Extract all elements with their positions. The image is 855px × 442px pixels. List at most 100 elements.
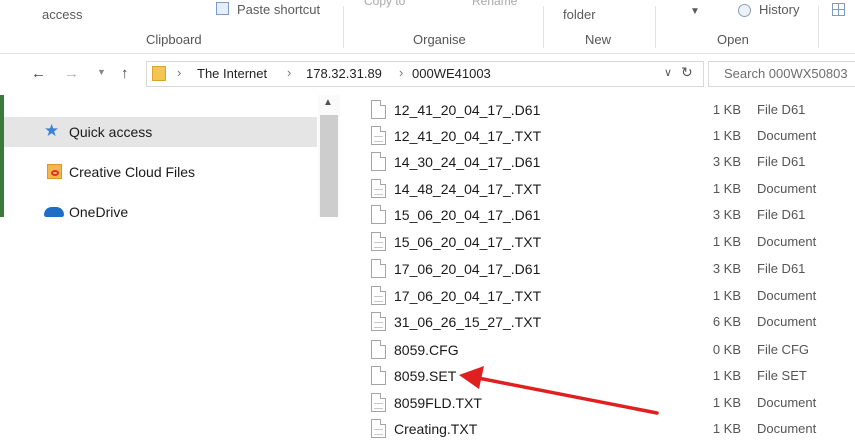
file-size: 1 KB [712, 368, 741, 383]
refresh-icon[interactable]: ↻ [681, 64, 693, 81]
file-size: 6 KB [712, 314, 741, 329]
creative-cloud-icon [47, 164, 62, 179]
forward-arrow-icon[interactable]: → [64, 65, 79, 82]
file-size: 3 KB [712, 154, 741, 169]
text-file-icon [371, 312, 386, 331]
file-type: Document [757, 395, 817, 410]
file-size: 1 KB [712, 288, 741, 303]
file-row[interactable]: 8059.SET 1 KB File SET [365, 363, 855, 389]
file-row[interactable]: 8059FLD.TXT 1 KB Document [365, 390, 855, 416]
file-size: 0 KB [712, 342, 741, 357]
file-icon [371, 152, 386, 171]
file-row[interactable]: 31_06_26_15_27_.TXT 6 KB Document [365, 309, 855, 335]
file-row[interactable]: 8059.CFG 0 KB File CFG [365, 337, 855, 363]
text-file-icon [371, 286, 386, 305]
file-name: 15_06_20_04_17_.TXT [394, 234, 542, 250]
file-icon [371, 205, 386, 224]
file-row[interactable]: 14_30_24_04_17_.D61 3 KB File D61 [365, 149, 855, 175]
chevron-right-icon: › [399, 65, 404, 80]
star-icon: ★ [44, 121, 60, 140]
file-name: 8059FLD.TXT [394, 395, 482, 411]
file-row[interactable]: 15_06_20_04_17_.D61 3 KB File D61 [365, 202, 855, 228]
file-type: File CFG [757, 342, 809, 357]
up-arrow-icon[interactable]: ↑ [121, 65, 129, 82]
nav-item-quick-access[interactable]: ★ Quick access [4, 117, 317, 147]
rename-button[interactable]: Rename [472, 0, 517, 8]
navigation-pane: ★ Quick access Creative Cloud Files OneD… [0, 95, 340, 217]
file-size: 3 KB [712, 207, 741, 222]
text-file-icon [371, 179, 386, 198]
divider [818, 6, 819, 48]
ribbon: access Paste shortcut Copy to Rename fol… [0, 0, 855, 54]
text-file-icon [371, 393, 386, 412]
breadcrumb-the-internet[interactable]: The Internet [197, 66, 267, 81]
file-name: 17_06_20_04_17_.D61 [394, 261, 541, 277]
address-path[interactable]: › The Internet › 178.32.31.89 › 000WE410… [146, 61, 704, 87]
file-list: 12_41_20_04_17_.D61 1 KB File D61 12_41_… [365, 95, 855, 441]
file-name: 14_48_24_04_17_.TXT [394, 181, 542, 197]
file-name: 8059.CFG [394, 342, 459, 358]
text-file-icon [371, 419, 386, 438]
onedrive-icon [44, 207, 64, 217]
file-type: Document [757, 314, 817, 329]
file-type: Document [757, 421, 817, 436]
chevron-down-icon[interactable]: ▼ [690, 6, 700, 17]
file-size: 1 KB [712, 395, 741, 410]
file-row[interactable]: 14_48_24_04_17_.TXT 1 KB Document [365, 176, 855, 202]
chevron-right-icon: › [177, 65, 182, 80]
file-name: 15_06_20_04_17_.D61 [394, 207, 541, 223]
file-size: 1 KB [712, 234, 741, 249]
file-row[interactable]: 17_06_20_04_17_.TXT 1 KB Document [365, 283, 855, 309]
paste-shortcut-button[interactable]: Paste shortcut [237, 2, 320, 17]
file-size: 1 KB [712, 102, 741, 117]
file-icon [371, 100, 386, 119]
recent-locations-icon[interactable]: ▼ [97, 67, 106, 77]
file-type: File D61 [757, 207, 806, 222]
back-arrow-icon[interactable]: ← [31, 65, 46, 82]
file-row[interactable]: 15_06_20_04_17_.TXT 1 KB Document [365, 229, 855, 255]
file-name: 12_41_20_04_17_.D61 [394, 102, 541, 118]
folder-icon [152, 66, 166, 81]
file-name: Creating.TXT [394, 421, 478, 437]
nav-scrollbar[interactable]: ▲ [318, 95, 340, 217]
group-organise: Organise [413, 32, 466, 47]
file-size: 3 KB [712, 261, 741, 276]
select-icon[interactable] [832, 3, 845, 16]
file-name: 17_06_20_04_17_.TXT [394, 288, 542, 304]
file-name: 31_06_26_15_27_.TXT [394, 314, 542, 330]
breadcrumb-current-folder[interactable]: 000WE41003 [412, 66, 491, 81]
file-type: File D61 [757, 261, 806, 276]
nav-item-label: Creative Cloud Files [69, 164, 196, 180]
nav-item-label: OneDrive [69, 204, 129, 217]
file-type: Document [757, 234, 817, 249]
chevron-right-icon: › [287, 65, 292, 80]
file-size: 1 KB [712, 181, 741, 196]
address-dropdown-icon[interactable]: ∨ [664, 66, 672, 79]
breadcrumb-ip-address[interactable]: 178.32.31.89 [306, 66, 382, 81]
access-label[interactable]: access [42, 7, 82, 22]
new-folder-button[interactable]: folder [563, 7, 596, 22]
nav-item-onedrive[interactable]: OneDrive [4, 197, 317, 217]
scrollbar-thumb[interactable] [320, 115, 338, 217]
file-icon [371, 366, 386, 385]
paste-shortcut-icon[interactable] [216, 2, 229, 15]
search-placeholder: Search 000WX50803 [724, 66, 848, 81]
text-file-icon [371, 232, 386, 251]
file-row[interactable]: Creating.TXT 1 KB Document [365, 416, 855, 442]
scroll-up-icon[interactable]: ▲ [323, 97, 333, 108]
file-name: 8059.SET [394, 368, 457, 384]
file-row[interactable]: 12_41_20_04_17_.TXT 1 KB Document [365, 123, 855, 149]
nav-item-creative-cloud-files[interactable]: Creative Cloud Files [4, 157, 317, 187]
file-icon [371, 340, 386, 359]
history-icon[interactable] [738, 4, 751, 17]
file-row[interactable]: 17_06_20_04_17_.D61 3 KB File D61 [365, 256, 855, 282]
file-row[interactable]: 12_41_20_04_17_.D61 1 KB File D61 [365, 97, 855, 123]
file-name: 14_30_24_04_17_.D61 [394, 154, 541, 170]
history-button[interactable]: History [759, 2, 799, 17]
search-input[interactable]: Search 000WX50803 [708, 61, 855, 87]
group-new: New [585, 32, 612, 47]
divider [655, 6, 656, 48]
divider [543, 6, 544, 48]
copy-to-button[interactable]: Copy to [364, 0, 405, 8]
group-open: Open [717, 32, 749, 47]
